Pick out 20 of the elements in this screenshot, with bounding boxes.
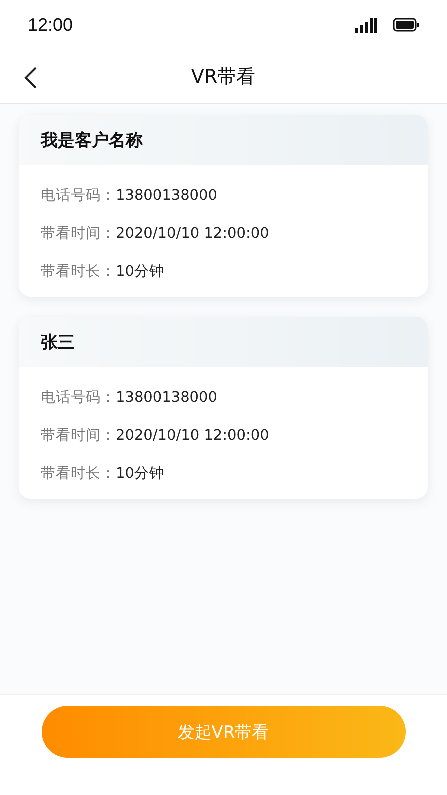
customer-name: 我是客户名称	[41, 130, 143, 152]
status-time: 12:00	[28, 14, 74, 36]
field-value: 2020/10/10 12:00:00	[116, 427, 270, 446]
field-label: 带看时长：	[41, 465, 116, 484]
field-label: 电话号码：	[41, 389, 116, 408]
page-title: VR带看	[191, 64, 256, 90]
field-value: 10分钟	[116, 465, 164, 484]
field-value: 13800138000	[116, 187, 218, 206]
field-label: 带看时长：	[41, 263, 116, 282]
field-label: 带看时间：	[41, 427, 116, 446]
battery-icon	[393, 18, 419, 32]
field-value: 10分钟	[116, 263, 164, 282]
signal-icon	[355, 17, 377, 33]
start-vr-button[interactable]: 发起VR带看	[42, 706, 406, 758]
field-label: 带看时间：	[41, 225, 116, 244]
customer-name: 张三	[41, 332, 75, 354]
back-icon	[24, 66, 38, 90]
field-value: 13800138000	[116, 389, 218, 408]
field-label: 电话号码：	[41, 187, 116, 206]
field-value: 2020/10/10 12:00:00	[116, 225, 270, 244]
